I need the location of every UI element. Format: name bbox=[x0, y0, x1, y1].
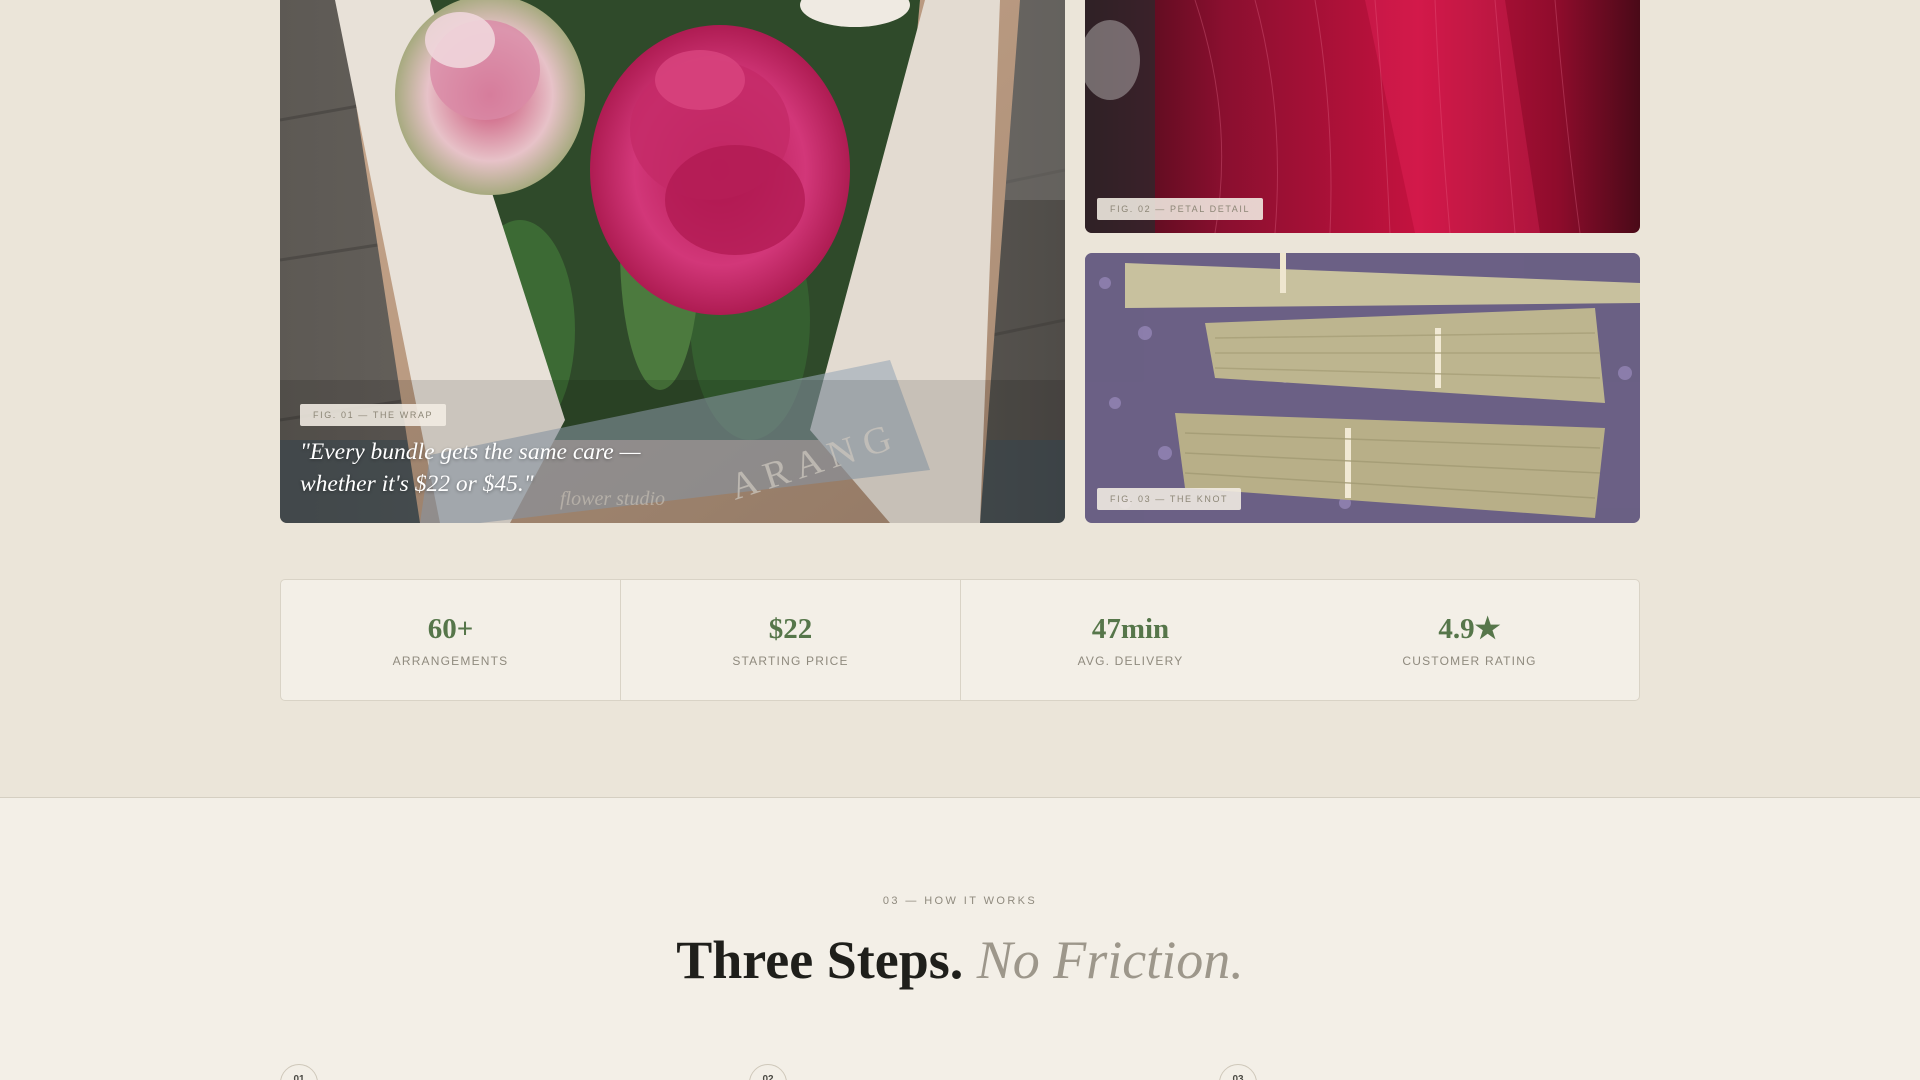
fig-label-petal-detail: FIG. 02 — PETAL DETAIL bbox=[1097, 198, 1264, 220]
photo-the-knot[interactable]: FIG. 03 — THE KNOT bbox=[1085, 253, 1640, 523]
stat-value: 60+ bbox=[427, 613, 474, 645]
feature-photo-the-wrap[interactable]: A R A N G flower studio FIG. 01 — THE WR… bbox=[280, 0, 1065, 523]
step-number-badge: 03 bbox=[1219, 1064, 1257, 1080]
stat-starting-price: $22 STARTING PRICE bbox=[621, 580, 961, 700]
stat-label: STARTING PRICE bbox=[732, 654, 849, 668]
stat-label: ARRANGEMENTS bbox=[392, 654, 509, 668]
how-it-works-section: 03 — HOW IT WORKS Three Steps. No Fricti… bbox=[0, 797, 1920, 1080]
feature-quote: "Every bundle gets the same care — wheth… bbox=[300, 439, 641, 497]
stat-label: CUSTOMER RATING bbox=[1402, 654, 1537, 668]
stat-avg-delivery: 47min AVG. DELIVERY bbox=[961, 580, 1300, 700]
stats-bar: 60+ ARRANGEMENTS $22 STARTING PRICE 47mi… bbox=[280, 579, 1640, 701]
stat-customer-rating: 4.9★ CUSTOMER RATING bbox=[1300, 580, 1639, 700]
photo-petal-detail[interactable]: FIG. 02 — PETAL DETAIL bbox=[1085, 0, 1640, 233]
section-eyebrow: 03 — HOW IT WORKS bbox=[882, 895, 1038, 907]
fig-label-the-wrap: FIG. 01 — THE WRAP bbox=[300, 404, 447, 426]
section-title: Three Steps. No Friction. bbox=[0, 929, 1920, 991]
stat-value: 4.9★ bbox=[1438, 613, 1501, 645]
section-title-soft: No Friction. bbox=[976, 930, 1244, 990]
stat-value: $22 bbox=[768, 613, 813, 645]
step-number-badge: 02 bbox=[749, 1064, 787, 1080]
lavender-image bbox=[1085, 253, 1640, 523]
fig-label-the-knot: FIG. 03 — THE KNOT bbox=[1097, 488, 1242, 510]
stat-arrangements: 60+ ARRANGEMENTS bbox=[281, 580, 621, 700]
section-title-strong: Three Steps. bbox=[676, 930, 964, 990]
stat-value: 47min bbox=[1091, 613, 1170, 645]
step-number-badge: 01 bbox=[280, 1064, 318, 1080]
photo-gallery: A R A N G flower studio FIG. 01 — THE WR… bbox=[0, 0, 1920, 600]
stat-label: AVG. DELIVERY bbox=[1077, 654, 1184, 668]
